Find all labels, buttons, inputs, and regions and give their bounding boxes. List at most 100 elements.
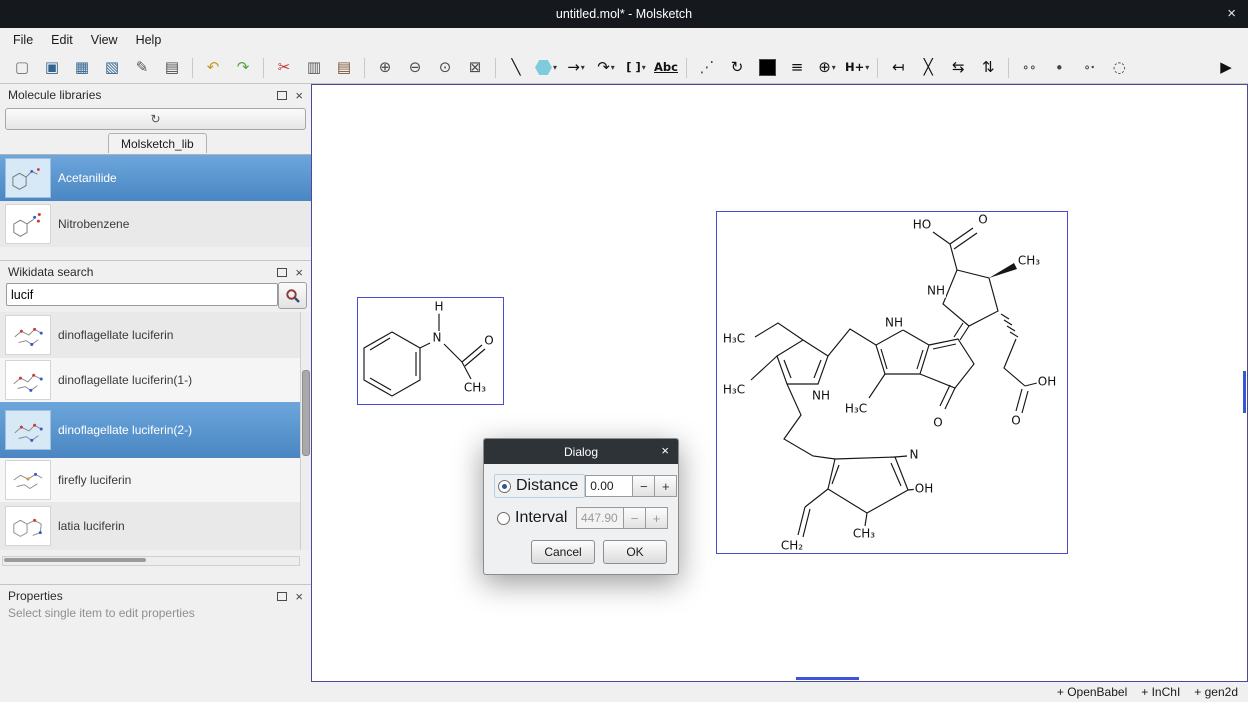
atom-label: CH₂ (780, 540, 804, 553)
menu-edit[interactable]: Edit (42, 30, 82, 50)
dropdown-caret-icon: ▾ (865, 63, 869, 72)
open-file-button[interactable]: ▣ (38, 56, 66, 80)
dialog-close-button[interactable]: × (661, 443, 669, 458)
search-button[interactable] (278, 282, 307, 309)
tab-molsketch-lib[interactable]: Molsketch_lib (108, 133, 207, 153)
drawing-canvas[interactable]: HNOCH₃ (311, 84, 1248, 682)
search-result-item[interactable]: dinoflagellate luciferin (0, 312, 311, 358)
scrollbar-handle[interactable] (4, 558, 146, 562)
bracket-tool-button[interactable]: [ ]▾ (622, 56, 650, 80)
scrollbar-handle[interactable] (302, 370, 310, 456)
menu-view[interactable]: View (82, 30, 127, 50)
distance-radio[interactable]: Distance (494, 474, 585, 498)
float-panel-icon[interactable] (277, 91, 287, 100)
save-as-button[interactable]: ▧ (98, 56, 126, 80)
bond-skeleton (717, 212, 1067, 553)
atom-label: H₃C (722, 384, 746, 397)
statusbar: + OpenBabel + InChI + gen2d (0, 682, 1248, 702)
zoom-fit-button[interactable]: ⊠ (461, 56, 489, 80)
menu-file[interactable]: File (4, 30, 42, 50)
ok-button[interactable]: OK (603, 540, 667, 564)
connect-tool-button[interactable]: ↤ (884, 56, 912, 80)
electron-system-tool-button[interactable]: ∘∙ (1075, 56, 1103, 80)
copy-button[interactable]: ▥ (300, 56, 328, 80)
mechanism-arrow-tool-button[interactable]: ↷▾ (592, 56, 620, 80)
rotate-tool-button[interactable]: ↻ (723, 56, 751, 80)
canvas-vertical-scroll-indicator[interactable] (1243, 371, 1246, 413)
search-result-item[interactable]: latia luciferin (0, 502, 311, 550)
window-title: untitled.mol* - Molsketch (556, 7, 692, 21)
distance-decrement-button[interactable]: − (633, 475, 655, 497)
atom-label: H (433, 301, 444, 314)
distance-spinbox: 0.00 − + (585, 475, 677, 497)
dropdown-caret-icon: ▾ (642, 63, 646, 72)
line-width-tool-button[interactable]: ≡ (783, 56, 811, 80)
library-item-label: Acetanilide (58, 171, 117, 185)
flip-vertical-tool-button[interactable]: ⇅ (974, 56, 1002, 80)
aromaticity-tool-button[interactable]: ◌ (1105, 56, 1133, 80)
paste-button[interactable]: ▤ (330, 56, 358, 80)
atom-label: H₃C (722, 333, 746, 346)
dropdown-caret-icon: ▾ (611, 63, 615, 72)
canvas-horizontal-scroll-indicator[interactable] (796, 677, 859, 680)
radical-tool-button[interactable]: ∙ (1045, 56, 1073, 80)
distance-value-field[interactable]: 0.00 (585, 475, 633, 497)
close-panel-icon[interactable]: × (295, 89, 303, 102)
redo-button[interactable]: ↷ (229, 56, 257, 80)
flip-horizontal-tool-button[interactable]: ⇆ (944, 56, 972, 80)
cancel-button[interactable]: Cancel (531, 540, 595, 564)
dialog-titlebar[interactable]: Dialog × (484, 439, 678, 464)
reaction-arrow-tool-button[interactable]: →▾ (562, 56, 590, 80)
toolbar-extension-button[interactable]: ▶ (1212, 56, 1240, 80)
zoom-out-button[interactable]: ⊖ (401, 56, 429, 80)
menu-help[interactable]: Help (127, 30, 171, 50)
search-horizontal-scrollbar[interactable] (2, 556, 300, 566)
atom-label: H₃C (844, 403, 868, 416)
search-input[interactable] (6, 283, 278, 306)
hatch-tool-button[interactable]: ⋰ (693, 56, 721, 80)
edit-document-button[interactable]: ✎ (128, 56, 156, 80)
atom-label: O (1010, 415, 1021, 428)
interval-radio[interactable]: Interval (494, 507, 573, 529)
interval-value-field[interactable]: 447.90 (576, 507, 624, 529)
search-vertical-scrollbar[interactable] (300, 312, 311, 550)
cut-button[interactable]: ✂ (270, 56, 298, 80)
save-file-button[interactable]: ▦ (68, 56, 96, 80)
search-result-item-selected[interactable]: dinoflagellate luciferin(2-) (0, 402, 311, 458)
lone-pair-tool-button[interactable]: ∘∘ (1015, 56, 1043, 80)
print-document-button[interactable]: ▤ (158, 56, 186, 80)
interval-decrement-button[interactable]: − (624, 507, 646, 529)
ring-tool-button[interactable]: ▾ (532, 56, 560, 80)
float-panel-icon[interactable] (277, 268, 287, 277)
undo-button[interactable]: ↶ (199, 56, 227, 80)
hydrogen-tool-button[interactable]: H+▾ (843, 56, 871, 80)
library-item-nitrobenzene[interactable]: Nitrobenzene (0, 201, 311, 247)
interval-increment-button[interactable]: + (646, 507, 668, 529)
close-panel-icon[interactable]: × (295, 590, 303, 603)
search-result-label: dinoflagellate luciferin (58, 328, 173, 342)
zoom-in-icon: ⊕ (379, 60, 392, 75)
library-item-acetanilide[interactable]: Acetanilide (0, 155, 311, 201)
close-panel-icon[interactable]: × (295, 266, 303, 279)
text-tool-button[interactable]: Abc (652, 56, 680, 80)
search-result-item[interactable]: firefly luciferin (0, 458, 311, 502)
reload-library-button[interactable]: ↻ (5, 108, 306, 130)
toolbar-separator (877, 58, 878, 78)
dropdown-caret-icon: ▾ (553, 63, 557, 72)
molecule-acetanilide[interactable]: HNOCH₃ (357, 297, 504, 405)
float-panel-icon[interactable] (277, 592, 287, 601)
distance-increment-button[interactable]: + (655, 475, 677, 497)
window-close-button[interactable]: × (1227, 5, 1236, 22)
new-document-button[interactable]: ▢ (8, 56, 36, 80)
charge-tool-button[interactable]: ⊕▾ (813, 56, 841, 80)
library-item-label: Nitrobenzene (58, 217, 129, 231)
draw-tool-button[interactable]: ╲ (502, 56, 530, 80)
properties-panel-header: Properties × (0, 584, 311, 605)
search-result-item[interactable]: dinoflagellate luciferin(1-) (0, 358, 311, 402)
atom-label: NH (811, 390, 831, 403)
zoom-original-button[interactable]: ⊙ (431, 56, 459, 80)
zoom-in-button[interactable]: ⊕ (371, 56, 399, 80)
molecule-dinoflagellate-luciferin[interactable]: HOOCH₃NHNHH₃CH₃CNHH₃COOHONOHCH₃CH₂ (716, 211, 1068, 554)
color-picker-button[interactable] (753, 56, 781, 80)
delete-tool-button[interactable]: ╳ (914, 56, 942, 80)
